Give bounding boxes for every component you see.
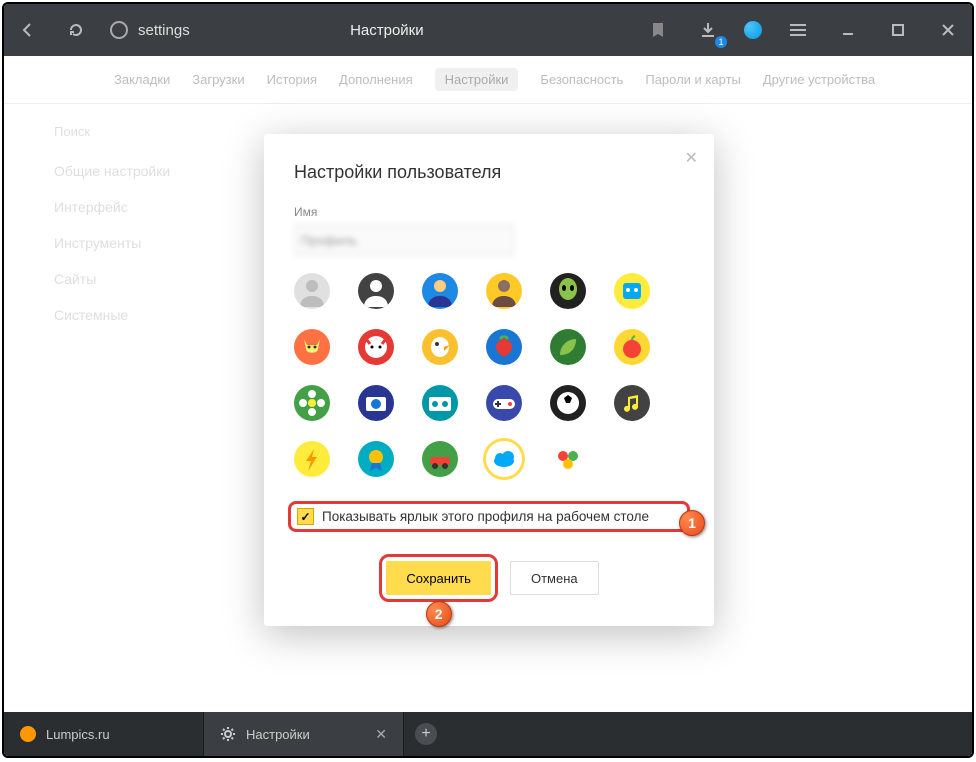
nav-settings[interactable]: Настройки [435, 68, 519, 91]
annotation-marker-1: 1 [679, 510, 705, 536]
page-title: Настройки [130, 22, 644, 39]
avatar-cassette[interactable] [422, 385, 458, 421]
favicon-lumpics [20, 726, 36, 742]
nav-security[interactable]: Безопасность [540, 72, 623, 87]
cancel-button[interactable]: Отмена [510, 561, 599, 595]
avatar-bird[interactable] [422, 329, 458, 365]
menu-icon[interactable] [784, 16, 812, 44]
avatar-camera[interactable] [358, 385, 394, 421]
avatar-grid [294, 273, 684, 477]
tab-label: Lumpics.ru [46, 727, 110, 742]
avatar-robot[interactable] [614, 273, 650, 309]
nav-history[interactable]: История [267, 72, 317, 87]
name-label: Имя [294, 205, 684, 219]
avatar-car[interactable] [422, 441, 458, 477]
reload-button[interactable] [62, 16, 90, 44]
desktop-shortcut-label: Показывать ярлык этого профиля на рабоче… [322, 509, 649, 524]
tab-label: Настройки [246, 727, 310, 742]
settings-nav: Закладки Загрузки История Дополнения Нас… [4, 56, 972, 104]
tab-settings[interactable]: Настройки ✕ [204, 712, 404, 756]
dialog-title: Настройки пользователя [294, 162, 684, 183]
tab-strip: Lumpics.ru Настройки ✕ + [4, 712, 972, 756]
dialog-buttons: Сохранить 2 Отмена [294, 554, 684, 602]
bookmark-icon[interactable] [644, 16, 672, 44]
maximize-button[interactable] [884, 16, 912, 44]
avatar-soccer[interactable] [550, 385, 586, 421]
avatar-person-blue[interactable] [422, 273, 458, 309]
avatar-apple[interactable] [614, 329, 650, 365]
avatar-shapes[interactable] [550, 441, 586, 477]
avatar-cat-red[interactable] [358, 329, 394, 365]
avatar-alien[interactable] [550, 273, 586, 309]
avatar-cloud[interactable] [486, 441, 522, 477]
gear-icon [220, 726, 236, 742]
checkbox-checked-icon: ✓ [297, 508, 314, 525]
avatar-music[interactable] [614, 385, 650, 421]
nav-devices[interactable]: Другие устройства [763, 72, 875, 87]
avatar-leaf[interactable] [550, 329, 586, 365]
back-button[interactable] [14, 16, 42, 44]
avatar-gamepad[interactable] [486, 385, 522, 421]
save-button-highlight: Сохранить 2 [379, 554, 498, 602]
name-input[interactable] [294, 225, 514, 255]
nav-addons[interactable]: Дополнения [339, 72, 413, 87]
nav-bookmarks[interactable]: Закладки [114, 72, 170, 87]
downloads-icon[interactable] [694, 16, 722, 44]
tab-lumpics[interactable]: Lumpics.ru [4, 712, 204, 756]
new-tab-button[interactable]: + [404, 712, 448, 756]
avatar-person-dark[interactable] [358, 273, 394, 309]
avatar-cat-orange[interactable] [294, 329, 330, 365]
save-button[interactable]: Сохранить [386, 561, 491, 595]
minimize-button[interactable] [834, 16, 862, 44]
avatar-silhouette[interactable] [294, 273, 330, 309]
profile-avatar[interactable] [744, 21, 762, 39]
avatar-strawberry[interactable] [486, 329, 522, 365]
avatar-flower[interactable] [294, 385, 330, 421]
globe-icon [110, 21, 128, 39]
titlebar: settings Настройки [4, 4, 972, 56]
nav-downloads[interactable]: Загрузки [192, 72, 244, 87]
nav-passwords[interactable]: Пароли и карты [645, 72, 741, 87]
avatar-medal[interactable] [358, 441, 394, 477]
dialog-close-button[interactable]: ✕ [685, 148, 698, 168]
avatar-person-yellow[interactable] [486, 273, 522, 309]
desktop-shortcut-checkbox-row[interactable]: ✓ Показывать ярлык этого профиля на рабо… [288, 501, 690, 532]
user-settings-dialog: ✕ Настройки пользователя Имя ✓ Показыват… [264, 134, 714, 626]
close-window-button[interactable] [934, 16, 962, 44]
annotation-marker-2: 2 [426, 601, 452, 627]
avatar-lightning[interactable] [294, 441, 330, 477]
tab-close-icon[interactable]: ✕ [375, 726, 387, 743]
